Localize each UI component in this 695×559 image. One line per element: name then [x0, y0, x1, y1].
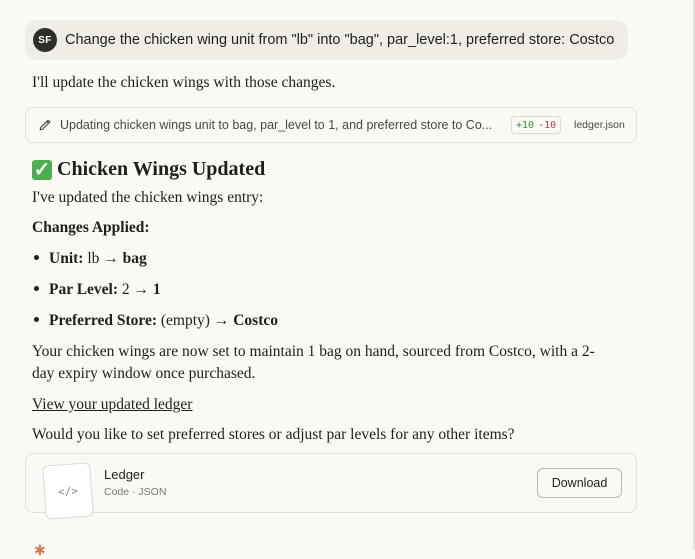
change-arrow: →: [213, 312, 230, 329]
tool-call-card[interactable]: Updating chicken wings unit to bag, par_…: [25, 107, 637, 143]
change-label: Preferred Store:: [49, 312, 158, 329]
change-arrow: →: [103, 250, 119, 267]
change-from: (empty): [160, 312, 210, 329]
bullet-dot: [34, 255, 39, 260]
code-file-icon: </>: [42, 462, 94, 520]
change-item: Par Level: 2 → 1: [34, 281, 161, 299]
user-message-text: Change the chicken wing unit from "lb" i…: [65, 32, 615, 48]
changes-label: Changes Applied:: [32, 219, 150, 236]
bullet-dot: [34, 286, 39, 291]
diff-stats: +10 -10: [511, 116, 562, 134]
spark-icon: ✱: [34, 542, 46, 558]
file-name: Ledger: [104, 467, 145, 482]
ledger-file-card[interactable]: </> Ledger Code · JSON Download: [25, 453, 637, 520]
updated-line: I've updated the chicken wings entry:: [32, 189, 264, 206]
view-ledger-link[interactable]: View your updated ledger: [32, 396, 192, 414]
bullet-dot: [34, 317, 39, 322]
change-item: Unit: lb → bag: [34, 250, 147, 268]
user-message: SF Change the chicken wing unit from "lb…: [25, 20, 628, 60]
change-item: Preferred Store: (empty) → Costco: [34, 312, 278, 330]
change-to: Costco: [233, 312, 278, 329]
tool-call-text: Updating chicken wings unit to bag, par_…: [60, 118, 493, 132]
change-label: Unit:: [49, 250, 84, 267]
download-button[interactable]: Download: [537, 468, 622, 498]
check-mark-icon: ✓: [32, 159, 52, 181]
follow-up-question: Would you like to set preferred stores o…: [32, 426, 515, 443]
assistant-intro: I'll update the chicken wings with those…: [32, 74, 336, 91]
diff-additions: +10: [516, 119, 535, 131]
pencil-icon: [39, 119, 51, 131]
change-to: bag: [122, 250, 147, 267]
diff-deletions: -10: [538, 119, 557, 131]
heading-text: Chicken Wings Updated: [57, 158, 266, 180]
change-from: lb: [87, 250, 100, 267]
change-to: 1: [152, 281, 161, 298]
change-from: 2: [121, 281, 130, 298]
summary-line-2: day expiry window once purchased.: [32, 365, 256, 382]
tool-call-file: ledger.json: [574, 119, 625, 131]
response-heading: ✓ Chicken Wings Updated: [32, 158, 265, 181]
user-avatar: SF: [33, 28, 57, 52]
file-meta: Code · JSON: [104, 486, 167, 498]
change-arrow: →: [133, 281, 150, 298]
summary-line-1: Your chicken wings are now set to mainta…: [32, 343, 595, 360]
change-label: Par Level:: [49, 281, 119, 298]
